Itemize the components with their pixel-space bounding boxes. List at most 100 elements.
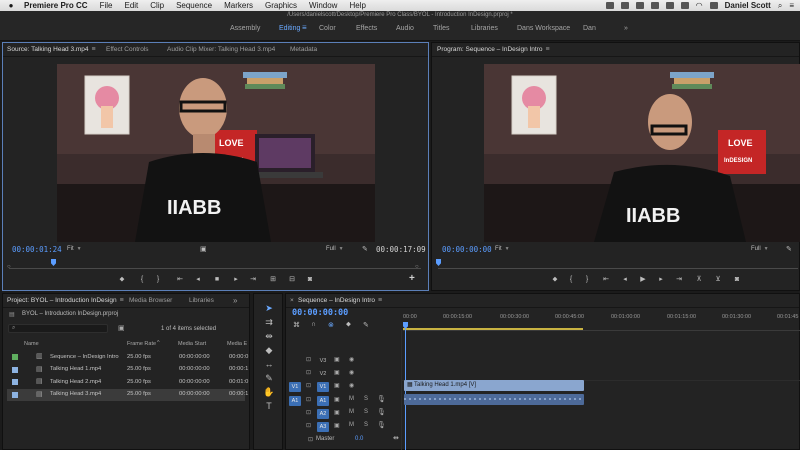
column-frame-rate[interactable]: Frame Rate	[127, 341, 156, 347]
workspace-editing[interactable]: Editing	[279, 25, 300, 32]
add-marker-icon[interactable]: ⬥	[117, 275, 127, 285]
track-header-a2[interactable]: ⊡ A2 ▣ M S 🎙	[287, 408, 400, 420]
label-color-swatch[interactable]	[12, 379, 18, 385]
tab-metadata[interactable]: Metadata	[290, 46, 317, 53]
menu-markers[interactable]: Markers	[218, 0, 259, 11]
program-playhead-timecode[interactable]: 00:00:00:00	[442, 245, 492, 254]
mark-in-icon[interactable]: {	[566, 275, 576, 285]
solo-button[interactable]: S	[364, 409, 368, 415]
sync-lock-icon[interactable]: ▣	[334, 356, 340, 363]
wifi-icon[interactable]: ◠	[696, 1, 703, 10]
panel-menu-icon[interactable]: ≡	[120, 297, 124, 304]
tab-audio-clip-mixer[interactable]: Audio Clip Mixer: Talking Head 3.mp4	[167, 46, 275, 53]
project-row[interactable]: ▥ Sequence – InDesign Intro 25.00 fps 00:00…	[7, 351, 248, 363]
mark-in-icon[interactable]: {	[137, 275, 147, 285]
menu-graphics[interactable]: Graphics	[259, 0, 303, 11]
workspace-effects[interactable]: Effects	[356, 25, 377, 32]
track-target[interactable]: A3	[317, 422, 329, 432]
lock-icon[interactable]: ⊡	[306, 356, 311, 363]
panel-menu-icon[interactable]: ≡	[546, 46, 550, 53]
track-header-a3[interactable]: ⊡ A3 ▣ M S 🎙	[287, 421, 400, 433]
sync-lock-icon[interactable]: ▣	[334, 382, 340, 389]
status-icon[interactable]	[680, 2, 689, 9]
workspace-titles[interactable]: Titles	[433, 25, 449, 32]
label-color-swatch[interactable]	[12, 366, 18, 373]
column-media-start[interactable]: Media Start	[178, 341, 206, 347]
status-icon[interactable]	[650, 2, 659, 9]
workspace-libraries[interactable]: Libraries	[471, 25, 498, 32]
source-marker-icon[interactable]: ▣	[200, 245, 207, 253]
stop-icon[interactable]: ■	[212, 275, 222, 285]
snap-icon[interactable]: ∩	[311, 321, 316, 328]
source-playhead[interactable]	[51, 259, 56, 266]
type-tool-icon[interactable]: T	[263, 400, 275, 412]
track-target[interactable]: A2	[317, 409, 329, 419]
eye-icon[interactable]: ◉	[349, 356, 354, 363]
insert-icon[interactable]: ⊞	[268, 275, 278, 285]
go-to-out-icon[interactable]: ⇥	[248, 275, 258, 285]
sync-lock-icon[interactable]: ▣	[334, 422, 340, 429]
track-target[interactable]: V1	[317, 382, 329, 392]
settings-wrench-icon[interactable]: ✎	[362, 245, 368, 253]
master-expand-icon[interactable]: ⇹	[393, 434, 399, 442]
play-icon[interactable]: ▶	[638, 275, 648, 285]
source-patch[interactable]: V1	[289, 382, 301, 392]
track-header-a1[interactable]: A1 ⊡ A1 ▣ M S 🎙	[287, 395, 400, 407]
razor-tool-icon[interactable]: ◆	[263, 344, 275, 356]
list-icon[interactable]: ≡	[789, 1, 794, 10]
track-target[interactable]: A1	[317, 396, 329, 406]
master-volume[interactable]: 0.0	[355, 436, 363, 442]
track-select-tool-icon[interactable]: ⇉	[263, 316, 275, 328]
eye-icon[interactable]: ◉	[349, 369, 354, 376]
export-frame-icon[interactable]: ◙	[305, 275, 315, 285]
source-quality-select[interactable]: Full ▼	[326, 246, 344, 252]
sync-lock-icon[interactable]: ▣	[334, 369, 340, 376]
search-icon[interactable]: ⌕	[778, 1, 782, 11]
menu-clip[interactable]: Clip	[144, 0, 170, 11]
user-name[interactable]: Daniel Scott	[725, 1, 771, 10]
search-input[interactable]: ⌕	[8, 324, 108, 333]
project-row[interactable]: ▤ Talking Head 3.mp4 25.00 fps 00:00:00:00 0…	[7, 388, 248, 401]
close-icon[interactable]: ×	[290, 297, 294, 304]
step-back-icon[interactable]: ◂	[193, 275, 203, 285]
lock-icon[interactable]: ⊡	[306, 369, 311, 376]
status-icon[interactable]	[605, 2, 614, 9]
workspace-dans[interactable]: Dans Workspace	[517, 25, 570, 32]
clip-talking-head-1-video[interactable]: ▦ Talking Head 1.mp4 [V]	[404, 380, 584, 391]
lock-icon[interactable]: ⊡	[306, 409, 311, 416]
program-video-frame[interactable]: LOVE InDESIGN IIABB	[484, 64, 800, 242]
tab-program[interactable]: Program: Sequence – InDesign Intro ≡	[437, 46, 550, 53]
export-frame-icon[interactable]: ◙	[732, 275, 742, 285]
selection-tool-icon[interactable]: ➤	[263, 302, 275, 314]
microphone-icon[interactable]: 🎙	[377, 395, 386, 403]
add-marker-icon[interactable]: ⬥	[346, 321, 351, 329]
sync-lock-icon[interactable]: ▣	[334, 396, 340, 403]
menu-sequence[interactable]: Sequence	[170, 0, 218, 11]
program-time-ruler[interactable]	[438, 268, 798, 269]
sort-icon[interactable]: ^	[157, 340, 160, 346]
linked-selection-icon[interactable]: ⊗	[328, 321, 334, 329]
menu-edit[interactable]: Edit	[118, 0, 144, 11]
column-media-end[interactable]: Media E	[227, 341, 247, 347]
program-quality-select[interactable]: Full ▼	[751, 246, 769, 252]
solo-button[interactable]: S	[364, 396, 368, 402]
workspace-menu-icon[interactable]: ≡	[302, 24, 310, 32]
source-video-frame[interactable]: LOVE InDESIGN IIABB	[57, 64, 375, 242]
lock-icon[interactable]: ⊡	[306, 396, 311, 403]
label-color-swatch[interactable]	[12, 391, 18, 398]
tab-effect-controls[interactable]: Effect Controls	[106, 46, 149, 53]
settings-wrench-icon[interactable]: ✎	[363, 321, 369, 329]
mute-button[interactable]: M	[349, 422, 354, 428]
eye-icon[interactable]: ◉	[349, 382, 354, 389]
new-bin-icon[interactable]: ▣	[118, 324, 125, 332]
source-playhead-timecode[interactable]: 00:00:01:24	[12, 245, 62, 254]
overflow-icon[interactable]: »	[233, 296, 237, 305]
project-row[interactable]: ▤ Talking Head 2.mp4 25.00 fps 00:00:00:00 0…	[7, 376, 248, 388]
mute-button[interactable]: M	[349, 409, 354, 415]
workspace-dan[interactable]: Dan	[583, 25, 596, 32]
hand-tool-icon[interactable]: ✋	[263, 386, 275, 398]
track-header-v3[interactable]: ⊡ V3 ▣ ◉	[287, 355, 400, 367]
lock-icon[interactable]: ⊡	[306, 422, 311, 429]
ripple-edit-tool-icon[interactable]: ⇹	[263, 330, 275, 342]
overwrite-icon[interactable]: ⊟	[287, 275, 297, 285]
